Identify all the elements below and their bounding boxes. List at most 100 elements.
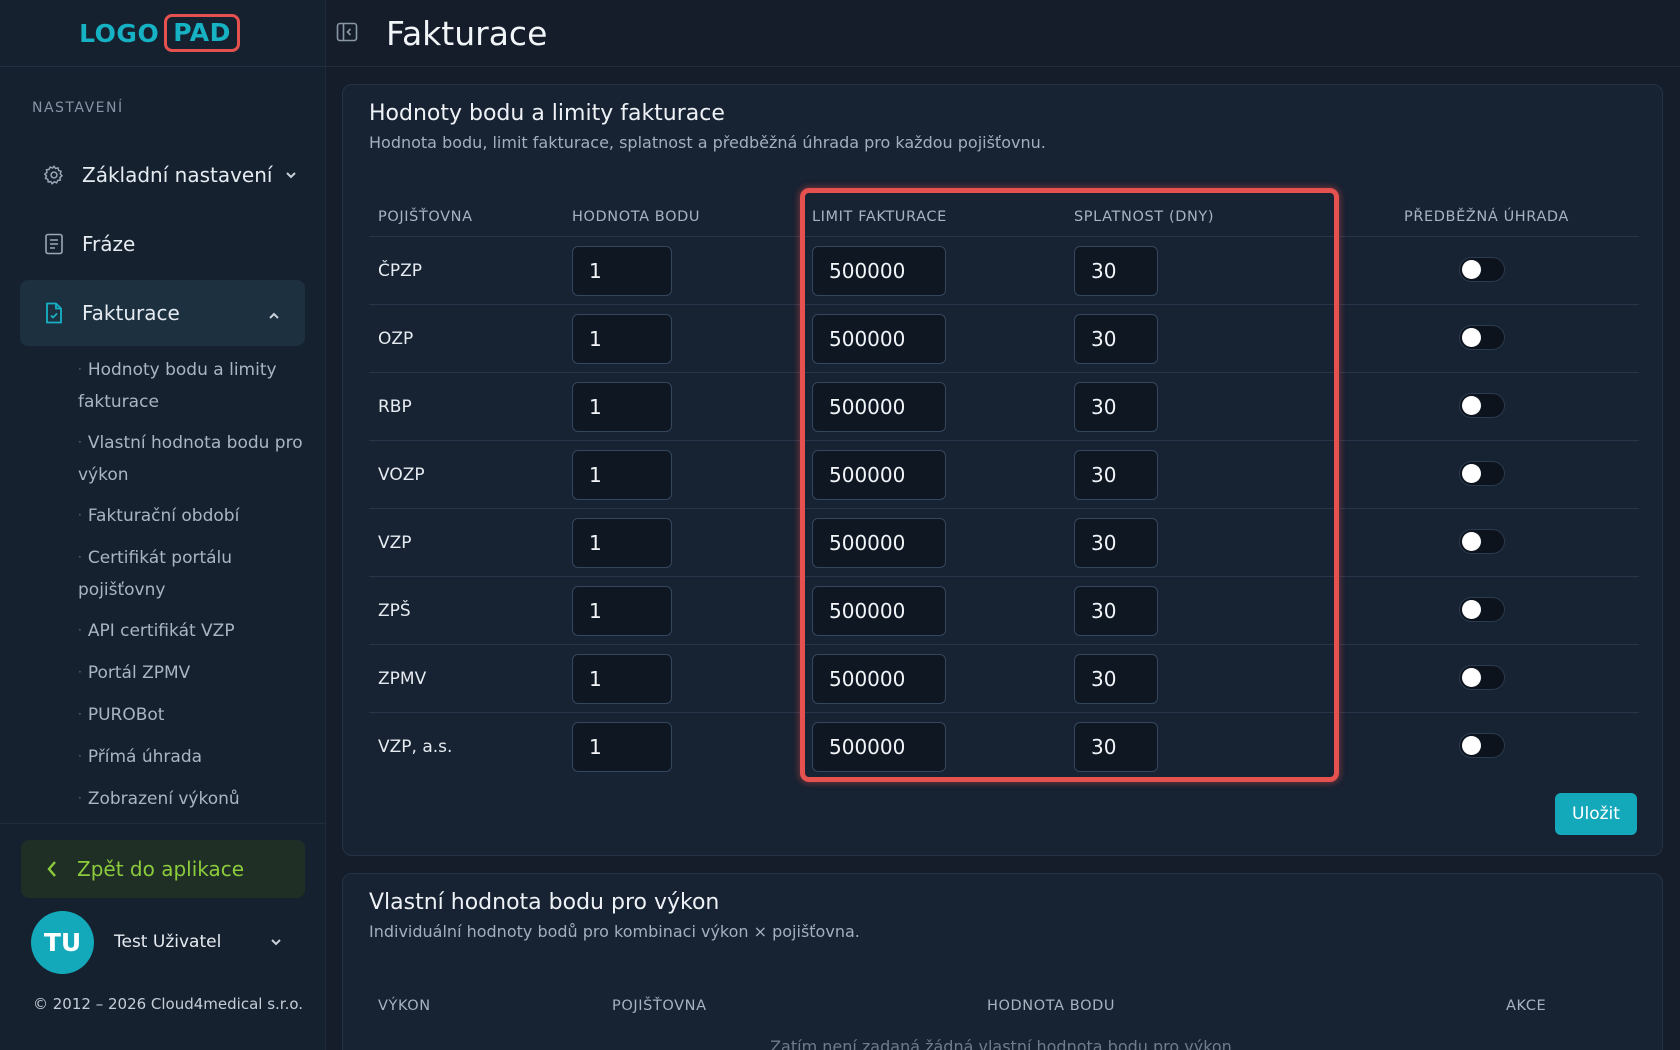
toggle-knob bbox=[1462, 260, 1481, 279]
table-header: POJIŠŤOVNA HODNOTA BODU LIMIT FAKTURACE … bbox=[369, 187, 1639, 237]
submenu-item-label: Certifikát portálu pojišťovny bbox=[78, 548, 233, 600]
empty-state-message: Zatím není zadaná žádná vlastní hodnota … bbox=[770, 1037, 1237, 1050]
prepayment-toggle[interactable] bbox=[1459, 257, 1505, 282]
back-to-app-label: Zpět do aplikace bbox=[77, 857, 245, 881]
sidebar-section-label: NASTAVENÍ bbox=[32, 100, 124, 116]
toggle-knob bbox=[1462, 532, 1481, 551]
invoice-limit-input[interactable]: 500000 bbox=[812, 246, 946, 296]
submenu-item[interactable]: · PUROBot bbox=[78, 700, 314, 732]
prepayment-toggle[interactable] bbox=[1459, 597, 1505, 622]
copyright-text: © 2012 – 2026 Cloud4medical s.r.o. bbox=[33, 995, 304, 1013]
prepayment-toggle[interactable] bbox=[1459, 529, 1505, 554]
table-row: ZPMV 1 500000 30 bbox=[369, 645, 1639, 713]
sidebar-item-fakturace[interactable]: Fakturace bbox=[20, 280, 305, 346]
column-header: HODNOTA BODU bbox=[987, 998, 1116, 1014]
document-icon bbox=[42, 232, 66, 256]
app-root: LOGO PAD NASTAVENÍ Základní nastavení Fr… bbox=[0, 0, 1680, 1050]
submenu-item[interactable]: · Hodnoty bodu a limity fakturace bbox=[78, 355, 314, 418]
submenu-item-label: Přímá úhrada bbox=[87, 747, 203, 767]
sidebar-item-label: Fráze bbox=[82, 232, 136, 256]
logo-text-right: PAD bbox=[164, 14, 240, 52]
submenu-item[interactable]: · Zobrazení výkonů bbox=[78, 784, 314, 816]
submenu-item-label: API certifikát VZP bbox=[87, 621, 235, 641]
column-header: AKCE bbox=[1506, 998, 1547, 1014]
due-days-input[interactable]: 30 bbox=[1074, 450, 1158, 500]
table-header: VÝKON POJIŠŤOVNA HODNOTA BODU AKCE bbox=[369, 992, 1639, 1032]
insurance-name: ZPŠ bbox=[378, 601, 411, 621]
section-subtitle: Individuální hodnoty bodů pro kombinaci … bbox=[369, 922, 860, 941]
toggle-knob bbox=[1462, 736, 1481, 755]
logo-area: LOGO PAD bbox=[0, 0, 325, 67]
insurance-table: POJIŠŤOVNA HODNOTA BODU LIMIT FAKTURACE … bbox=[369, 187, 1639, 781]
submenu-item-label: Hodnoty bodu a limity fakturace bbox=[78, 360, 277, 412]
table-row: VZP 1 500000 30 bbox=[369, 509, 1639, 577]
logo[interactable]: LOGO PAD bbox=[79, 14, 240, 52]
sidebar-item-fraze[interactable]: Fráze bbox=[20, 211, 305, 277]
user-name: Test Uživatel bbox=[114, 932, 222, 952]
custom-point-value-card: Vlastní hodnota bodu pro výkon Individuá… bbox=[342, 873, 1663, 1050]
column-header: POJIŠŤOVNA bbox=[612, 998, 707, 1014]
point-value-input[interactable]: 1 bbox=[572, 654, 672, 704]
invoice-limit-input[interactable]: 500000 bbox=[812, 382, 946, 432]
point-value-input[interactable]: 1 bbox=[572, 518, 672, 568]
invoice-icon bbox=[42, 301, 66, 325]
prepayment-toggle[interactable] bbox=[1459, 665, 1505, 690]
invoice-limit-input[interactable]: 500000 bbox=[812, 314, 946, 364]
point-values-card: Hodnoty bodu a limity fakturace Hodnota … bbox=[342, 84, 1663, 856]
point-value-input[interactable]: 1 bbox=[572, 722, 672, 772]
topbar: Fakturace bbox=[326, 0, 1680, 67]
section-title: Hodnoty bodu a limity fakturace bbox=[369, 101, 725, 126]
due-days-input[interactable]: 30 bbox=[1074, 518, 1158, 568]
user-menu[interactable]: TU Test Uživatel bbox=[31, 910, 291, 974]
sidebar-collapse-icon[interactable] bbox=[336, 21, 360, 45]
due-days-input[interactable]: 30 bbox=[1074, 246, 1158, 296]
sidebar-item-label: Základní nastavení bbox=[82, 163, 273, 187]
insurance-name: VZP bbox=[378, 533, 412, 553]
prepayment-toggle[interactable] bbox=[1459, 393, 1505, 418]
section-title: Vlastní hodnota bodu pro výkon bbox=[369, 890, 720, 915]
submenu-item[interactable]: · Fakturační období bbox=[78, 501, 314, 533]
submenu-item[interactable]: · Certifikát portálu pojišťovny bbox=[78, 543, 314, 606]
due-days-input[interactable]: 30 bbox=[1074, 314, 1158, 364]
sidebar-item-label: Fakturace bbox=[82, 301, 180, 325]
invoice-limit-input[interactable]: 500000 bbox=[812, 722, 946, 772]
page-title: Fakturace bbox=[386, 13, 548, 53]
submenu-item-label: Portál ZPMV bbox=[87, 663, 191, 683]
point-value-input[interactable]: 1 bbox=[572, 246, 672, 296]
save-button[interactable]: Uložit bbox=[1555, 793, 1637, 835]
section-subtitle: Hodnota bodu, limit fakturace, splatnost… bbox=[369, 133, 1046, 152]
prepayment-toggle[interactable] bbox=[1459, 325, 1505, 350]
chevron-down-icon bbox=[284, 163, 298, 187]
point-value-input[interactable]: 1 bbox=[572, 314, 672, 364]
chevron-down-icon bbox=[269, 935, 283, 949]
point-value-input[interactable]: 1 bbox=[572, 586, 672, 636]
back-to-app-button[interactable]: Zpět do aplikace bbox=[21, 840, 305, 898]
toggle-knob bbox=[1462, 396, 1481, 415]
submenu-item[interactable]: · Portál ZPMV bbox=[78, 658, 314, 690]
invoice-limit-input[interactable]: 500000 bbox=[812, 654, 946, 704]
due-days-input[interactable]: 30 bbox=[1074, 586, 1158, 636]
submenu-item[interactable]: · Vlastní hodnota bodu pro výkon bbox=[78, 428, 314, 491]
point-value-input[interactable]: 1 bbox=[572, 450, 672, 500]
submenu-item-label: Vlastní hodnota bodu pro výkon bbox=[78, 433, 303, 485]
submenu-item[interactable]: · Přímá úhrada bbox=[78, 742, 314, 774]
invoice-limit-input[interactable]: 500000 bbox=[812, 586, 946, 636]
toggle-knob bbox=[1462, 328, 1481, 347]
chevron-up-icon bbox=[267, 304, 281, 328]
gear-icon bbox=[42, 163, 66, 187]
column-header: PŘEDBĚŽNÁ ÚHRADA bbox=[1404, 209, 1569, 225]
insurance-name: OZP bbox=[378, 329, 414, 349]
invoice-limit-input[interactable]: 500000 bbox=[812, 450, 946, 500]
due-days-input[interactable]: 30 bbox=[1074, 722, 1158, 772]
submenu-item[interactable]: · API certifikát VZP bbox=[78, 616, 314, 648]
prepayment-toggle[interactable] bbox=[1459, 461, 1505, 486]
due-days-input[interactable]: 30 bbox=[1074, 382, 1158, 432]
invoice-limit-input[interactable]: 500000 bbox=[812, 518, 946, 568]
sidebar-item-zakladni-nastaveni[interactable]: Základní nastavení bbox=[20, 142, 305, 208]
toggle-knob bbox=[1462, 464, 1481, 483]
column-header: LIMIT FAKTURACE bbox=[812, 209, 947, 225]
point-value-input[interactable]: 1 bbox=[572, 382, 672, 432]
prepayment-toggle[interactable] bbox=[1459, 733, 1505, 758]
due-days-input[interactable]: 30 bbox=[1074, 654, 1158, 704]
insurance-name: RBP bbox=[378, 397, 412, 417]
